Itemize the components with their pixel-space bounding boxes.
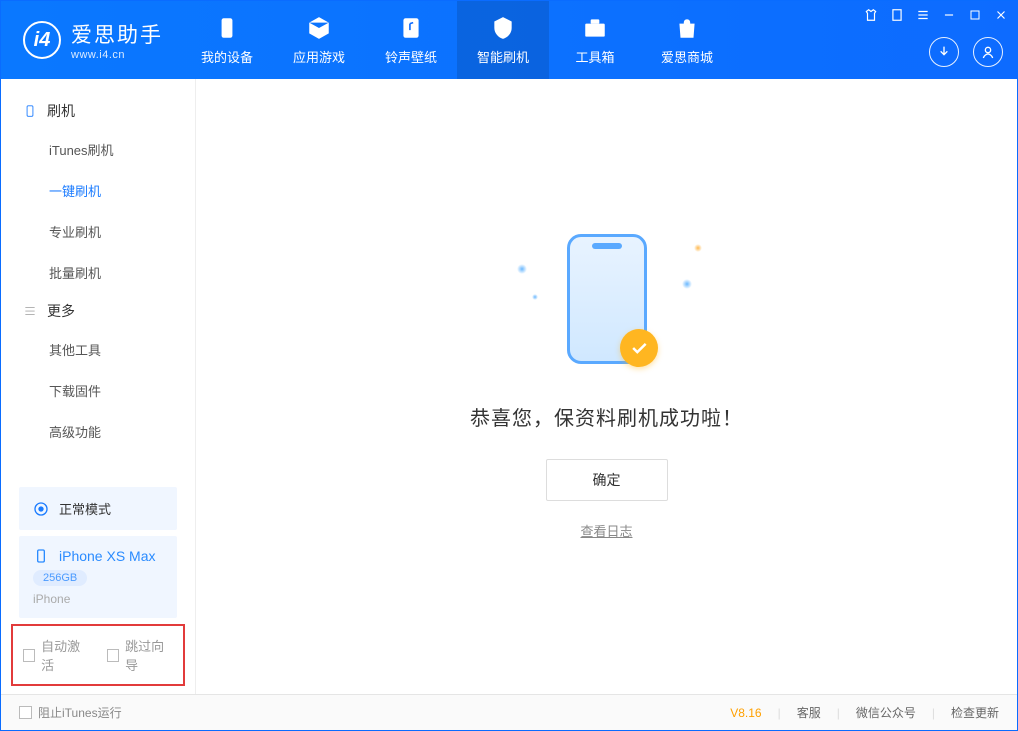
version-label: V8.16 (730, 706, 761, 720)
footer: 阻止iTunes运行 V8.16 | 客服 | 微信公众号 | 检查更新 (1, 694, 1017, 730)
cube-icon (306, 15, 332, 41)
window-controls (863, 7, 1009, 23)
checkbox-icon (23, 649, 35, 662)
maximize-icon[interactable] (967, 7, 983, 23)
wechat-link[interactable]: 微信公众号 (856, 704, 916, 721)
sidebar-item-pro-flash[interactable]: 专业刷机 (1, 211, 195, 252)
brand-name: 爱思助手 (71, 19, 163, 49)
sidebar-item-download-firmware[interactable]: 下载固件 (1, 370, 195, 411)
tab-label: 铃声壁纸 (385, 47, 437, 66)
checkbox-auto-activate[interactable]: 自动激活 (23, 636, 89, 674)
brand-url: www.i4.cn (71, 49, 163, 61)
main-content: 恭喜您，保资料刷机成功啦！ 确定 查看日志 (196, 79, 1017, 694)
tab-my-device[interactable]: 我的设备 (181, 1, 273, 79)
tab-label: 智能刷机 (477, 47, 529, 66)
tab-toolbox[interactable]: 工具箱 (549, 1, 641, 79)
checkbox-block-itunes[interactable]: 阻止iTunes运行 (19, 704, 122, 721)
checkbox-label: 自动激活 (41, 636, 89, 674)
sidebar-item-other-tools[interactable]: 其他工具 (1, 329, 195, 370)
group-label: 更多 (47, 301, 75, 321)
sidebar: 刷机 iTunes刷机 一键刷机 专业刷机 批量刷机 更多 其他工具 下载固件 … (1, 79, 196, 694)
sparkle-icon (532, 294, 538, 300)
sparkle-icon (517, 264, 527, 274)
logo-text: 爱思助手 www.i4.cn (71, 19, 163, 61)
menu-icon[interactable] (915, 7, 931, 23)
tab-ringtones[interactable]: 铃声壁纸 (365, 1, 457, 79)
phone-illustration-icon (567, 234, 647, 364)
list-icon (23, 304, 37, 318)
bag-icon (674, 15, 700, 41)
tab-apps[interactable]: 应用游戏 (273, 1, 365, 79)
sidebar-item-advanced[interactable]: 高级功能 (1, 411, 195, 452)
success-illustration (547, 234, 667, 374)
device-capacity: 256GB (33, 570, 87, 586)
divider: | (932, 706, 935, 720)
sidebar-item-batch-flash[interactable]: 批量刷机 (1, 252, 195, 293)
check-update-link[interactable]: 检查更新 (951, 704, 999, 721)
music-icon (398, 15, 424, 41)
sparkle-icon (694, 244, 702, 252)
shirt-icon[interactable] (863, 7, 879, 23)
download-icon[interactable] (929, 37, 959, 67)
sparkle-icon (682, 279, 692, 289)
close-icon[interactable] (993, 7, 1009, 23)
header-actions (929, 37, 1003, 67)
footer-right: V8.16 | 客服 | 微信公众号 | 检查更新 (730, 704, 999, 721)
tab-label: 我的设备 (201, 47, 253, 66)
logo-icon: i4 (23, 21, 61, 59)
shield-icon (490, 15, 516, 41)
checkbox-icon (107, 649, 119, 662)
device-mode-card[interactable]: 正常模式 (19, 487, 177, 530)
toolbox-icon (582, 15, 608, 41)
body: 刷机 iTunes刷机 一键刷机 专业刷机 批量刷机 更多 其他工具 下载固件 … (1, 79, 1017, 694)
checkbox-icon (19, 706, 32, 719)
divider: | (837, 706, 840, 720)
sidebar-item-oneclick-flash[interactable]: 一键刷机 (1, 170, 195, 211)
checkbox-skip-guide[interactable]: 跳过向导 (107, 636, 173, 674)
checkbox-label: 阻止iTunes运行 (38, 704, 122, 721)
view-log-link[interactable]: 查看日志 (580, 521, 632, 540)
ok-button[interactable]: 确定 (546, 459, 668, 501)
device-info-card[interactable]: iPhone XS Max 256GB iPhone (19, 536, 177, 618)
customer-service-link[interactable]: 客服 (797, 704, 821, 721)
logo[interactable]: i4 爱思助手 www.i4.cn (1, 1, 181, 79)
status-icon (33, 501, 49, 517)
tab-label: 爱思商城 (661, 47, 713, 66)
tab-label: 工具箱 (575, 47, 614, 66)
device-icon (23, 104, 37, 118)
check-badge-icon (620, 329, 658, 367)
device-name: iPhone XS Max (59, 548, 156, 564)
sidebar-group-flash[interactable]: 刷机 (1, 93, 195, 129)
sidebar-bottom: 正常模式 iPhone XS Max 256GB iPhone 自动激活 (1, 481, 195, 694)
tab-smart-flash[interactable]: 智能刷机 (457, 1, 549, 79)
success-message: 恭喜您，保资料刷机成功啦！ (470, 402, 743, 431)
sidebar-scroll: 刷机 iTunes刷机 一键刷机 专业刷机 批量刷机 更多 其他工具 下载固件 … (1, 79, 195, 481)
divider: | (778, 706, 781, 720)
tab-label: 应用游戏 (293, 47, 345, 66)
device-model: iPhone (33, 592, 70, 606)
header: i4 爱思助手 www.i4.cn 我的设备 应用游戏 铃声壁纸 智能刷机 (1, 1, 1017, 79)
status-label: 正常模式 (59, 499, 111, 518)
options-highlight-box: 自动激活 跳过向导 (11, 624, 185, 686)
tab-store[interactable]: 爱思商城 (641, 1, 733, 79)
phone-icon (214, 15, 240, 41)
user-icon[interactable] (973, 37, 1003, 67)
nav-tabs: 我的设备 应用游戏 铃声壁纸 智能刷机 工具箱 爱思商城 (181, 1, 733, 79)
minimize-icon[interactable] (941, 7, 957, 23)
sidebar-item-itunes-flash[interactable]: iTunes刷机 (1, 129, 195, 170)
app-window: i4 爱思助手 www.i4.cn 我的设备 应用游戏 铃声壁纸 智能刷机 (0, 0, 1018, 731)
note-icon[interactable] (889, 7, 905, 23)
sidebar-group-more[interactable]: 更多 (1, 293, 195, 329)
phone-small-icon (33, 548, 49, 564)
group-label: 刷机 (47, 101, 75, 121)
checkbox-label: 跳过向导 (125, 636, 173, 674)
